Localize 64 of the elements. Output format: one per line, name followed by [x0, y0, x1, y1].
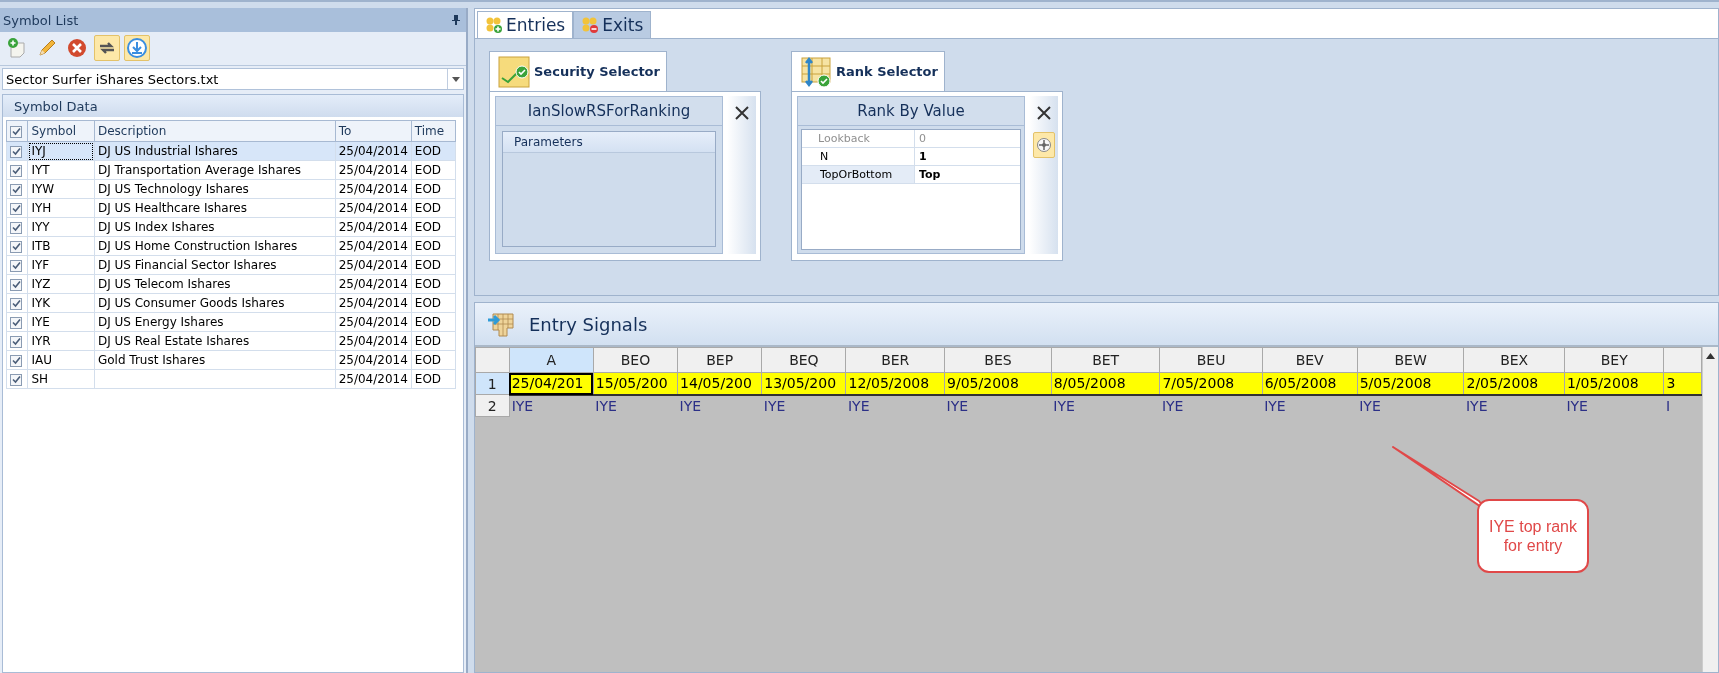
column-header[interactable]: BEP	[677, 347, 762, 373]
column-header[interactable]: BEU	[1159, 347, 1263, 373]
pencil-icon	[36, 37, 58, 59]
caret-icon	[451, 76, 460, 82]
pin-icon[interactable]	[452, 15, 460, 25]
parameter-value[interactable]: 1	[915, 148, 1020, 165]
close-icon[interactable]	[733, 105, 750, 121]
selector-tab[interactable]: Rank Selector	[791, 51, 945, 91]
column-header[interactable]: BEO	[593, 347, 678, 373]
column-header[interactable]: BET	[1051, 347, 1160, 373]
dots-minus-icon	[581, 16, 600, 34]
column-header[interactable]: To	[335, 120, 412, 142]
panel-title: Entry Signals	[529, 313, 648, 335]
column-header[interactable]: Description	[94, 120, 336, 142]
selector-tab[interactable]: Security Selector	[489, 51, 667, 91]
column-header[interactable]: Symbol	[27, 120, 95, 142]
checkbox[interactable]	[10, 164, 22, 177]
column-header[interactable]: BES	[944, 347, 1052, 373]
checkbox[interactable]	[10, 145, 22, 158]
group-title: Symbol Data	[3, 95, 463, 117]
move-button[interactable]	[1032, 132, 1055, 158]
column-header[interactable]: BEV	[1262, 347, 1358, 373]
panel-title: Symbol List	[3, 12, 79, 28]
column-header[interactable]: BEW	[1357, 347, 1464, 373]
row-header[interactable]: 1	[475, 372, 510, 395]
checkbox[interactable]	[10, 278, 22, 291]
checkbox[interactable]	[10, 183, 22, 196]
checkbox[interactable]	[10, 202, 22, 215]
table-arrows-icon	[800, 55, 832, 88]
download-button[interactable]	[124, 35, 150, 61]
checkbox[interactable]	[10, 259, 22, 272]
checkbox[interactable]	[10, 240, 22, 253]
column-header[interactable]: BEX	[1463, 347, 1565, 373]
tab[interactable]: Exits	[573, 11, 652, 38]
callout: IYE top rank for entry	[1477, 499, 1589, 573]
column-header[interactable]: BEY	[1564, 347, 1664, 373]
file-dropdown[interactable]: Sector Surfer iShares Sectors.txt	[2, 68, 464, 90]
parameters-title: Parameters	[503, 132, 715, 153]
column-header[interactable]: BEQ	[761, 347, 846, 373]
checkbox[interactable]	[10, 125, 22, 138]
close-icon[interactable]	[1035, 105, 1052, 121]
table-arrow-icon	[487, 310, 515, 338]
dots-plus-icon	[485, 16, 503, 34]
grid-cell: 25/04/201	[509, 372, 594, 395]
crosshair-icon	[1035, 137, 1052, 153]
parameter-value[interactable]: Top	[915, 166, 1020, 183]
scroll-up-icon[interactable]	[1706, 353, 1715, 359]
column-header[interactable]: BER	[845, 347, 945, 373]
checkbox[interactable]	[10, 335, 22, 348]
column-header[interactable]: Time	[411, 120, 456, 142]
tab[interactable]: Entries	[477, 11, 574, 38]
refresh-button[interactable]	[94, 35, 120, 61]
checkbox[interactable]	[10, 354, 22, 367]
column-header[interactable]: A	[509, 347, 594, 373]
checkbox[interactable]	[10, 221, 22, 234]
checkbox[interactable]	[10, 316, 22, 329]
close-circle-icon	[66, 37, 88, 59]
checkbox[interactable]	[10, 297, 22, 310]
chart-check-icon	[498, 55, 530, 88]
new-page-icon	[6, 37, 28, 59]
download-icon	[126, 37, 148, 59]
checkbox[interactable]	[10, 373, 22, 386]
row-header[interactable]: 2	[475, 394, 510, 417]
parameter-name: TopOrBottom	[802, 166, 915, 183]
